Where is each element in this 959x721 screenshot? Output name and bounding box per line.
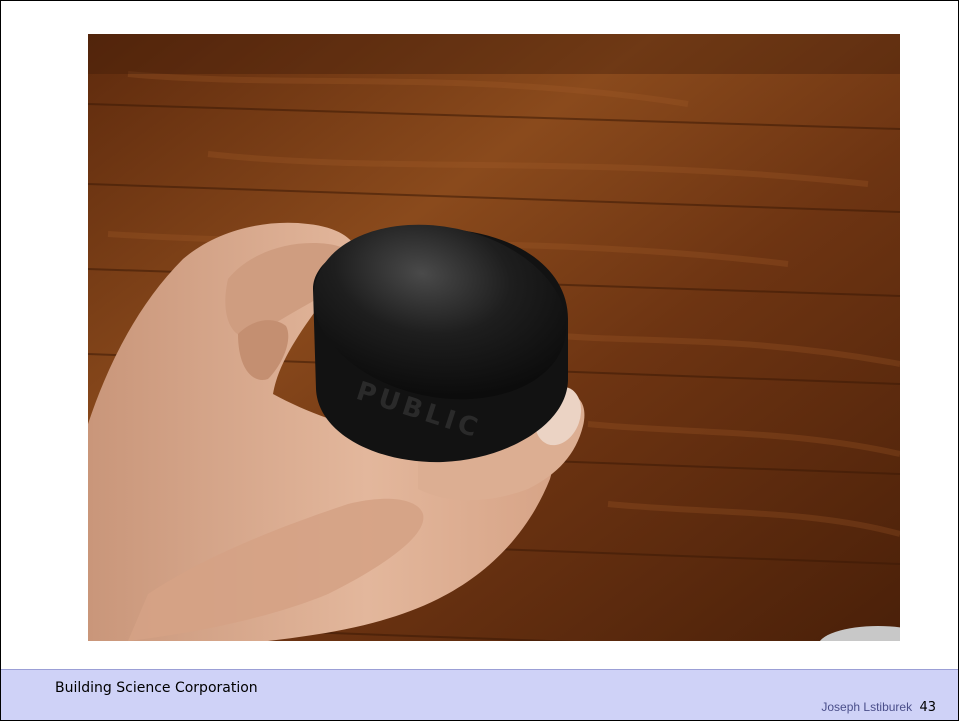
slide: PUBLIC Building Science Corporation Jose… <box>0 0 959 721</box>
author-and-page: Joseph Lstiburek 43 <box>821 700 936 715</box>
page-number: 43 <box>919 700 936 715</box>
slide-footer: Building Science Corporation Joseph Lsti… <box>1 669 958 720</box>
organization-name: Building Science Corporation <box>55 680 258 696</box>
author-name: Joseph Lstiburek <box>821 700 913 714</box>
hockey-puck-photo: PUBLIC <box>88 34 900 641</box>
